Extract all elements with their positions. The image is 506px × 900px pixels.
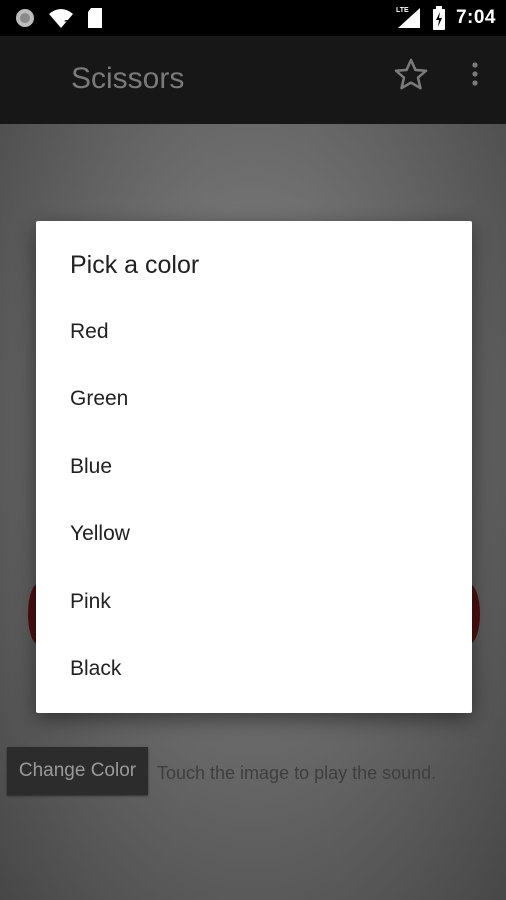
color-option-yellow[interactable]: Yellow — [36, 501, 472, 569]
color-option-green[interactable]: Green — [36, 366, 472, 434]
app-toolbar: Scissors — [0, 36, 506, 124]
svg-text:?: ? — [64, 19, 70, 29]
color-option-red[interactable]: Red — [36, 298, 472, 366]
status-bar-left: ? — [14, 6, 104, 30]
color-option-pink[interactable]: Pink — [36, 568, 472, 636]
signal-group: LTE — [396, 7, 422, 29]
dialog-title: Pick a color — [70, 251, 200, 279]
color-option-blue[interactable]: Blue — [36, 433, 472, 501]
status-bar: ? LTE 7:04 — [0, 0, 506, 36]
star-outline-icon[interactable] — [392, 56, 430, 94]
status-bar-right: LTE 7:04 — [396, 6, 496, 30]
overflow-menu-icon[interactable] — [464, 60, 486, 90]
sd-card-icon — [88, 8, 102, 28]
change-color-button[interactable]: Change Color — [7, 747, 148, 795]
color-list: Red Green Blue Yellow Pink Black — [36, 298, 472, 703]
wifi-unknown-icon: ? — [49, 9, 73, 29]
status-time: 7:04 — [455, 7, 496, 28]
color-option-black[interactable]: Black — [36, 636, 472, 704]
pick-color-dialog: Pick a color Red Green Blue Yellow Pink … — [36, 221, 472, 713]
screen: ? LTE 7:04 Scissors Change Color Touch t… — [0, 0, 506, 900]
hint-text: Touch the image to play the sound. — [157, 763, 437, 783]
signal-icon — [397, 8, 420, 28]
notification-icon — [16, 9, 34, 27]
battery-charging-icon — [432, 6, 445, 30]
app-title: Scissors — [71, 62, 185, 95]
